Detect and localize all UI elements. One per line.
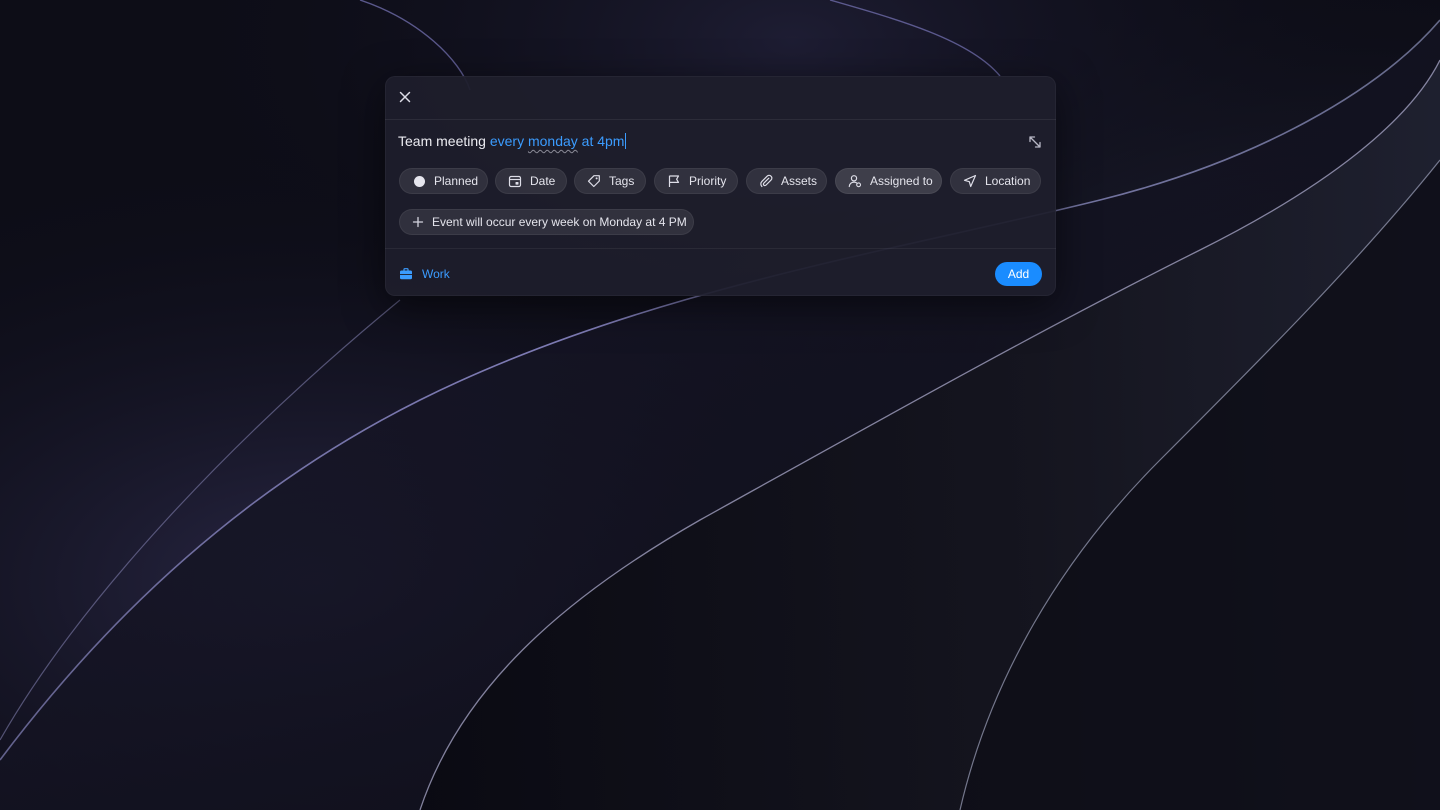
expand-icon bbox=[1029, 136, 1041, 148]
status-dot-icon bbox=[412, 174, 426, 188]
new-task-dialog: Team meeting every monday at 4pm Planned… bbox=[385, 76, 1056, 296]
tag-icon bbox=[587, 174, 601, 188]
chip-label: Assets bbox=[781, 174, 818, 188]
close-button[interactable] bbox=[396, 87, 414, 107]
title-plain-text: Team meeting bbox=[398, 133, 490, 149]
chip-tags[interactable]: Tags bbox=[574, 168, 646, 194]
chip-label: Planned bbox=[434, 174, 479, 188]
chip-label: Assigned to bbox=[870, 174, 933, 188]
user-icon bbox=[848, 174, 862, 188]
plus-icon bbox=[412, 216, 424, 228]
project-selector[interactable]: Work bbox=[399, 266, 450, 282]
flag-icon bbox=[667, 174, 681, 188]
recurrence-suggestion-chip[interactable]: Event will occur every week on Monday at… bbox=[399, 209, 694, 235]
chip-label: Tags bbox=[609, 174, 635, 188]
chip-location[interactable]: Location bbox=[950, 168, 1041, 194]
text-caret bbox=[625, 133, 627, 149]
recurrence-label: Event will occur every week on Monday at… bbox=[432, 215, 687, 229]
dialog-header bbox=[385, 76, 1056, 120]
add-button[interactable]: Add bbox=[995, 262, 1042, 286]
title-parsed-text: every monday at 4pm bbox=[490, 133, 625, 149]
close-icon bbox=[399, 91, 411, 103]
dialog-footer: Work Add bbox=[385, 248, 1056, 296]
task-title-input[interactable]: Team meeting every monday at 4pm bbox=[398, 133, 627, 153]
chip-assets[interactable]: Assets bbox=[746, 168, 827, 194]
calendar-icon bbox=[508, 174, 522, 188]
chip-label: Location bbox=[985, 174, 1031, 188]
chip-planned[interactable]: Planned bbox=[399, 168, 488, 194]
parsed-every: every bbox=[489, 133, 528, 149]
location-arrow-icon bbox=[963, 174, 977, 188]
briefcase-icon bbox=[400, 268, 412, 280]
chip-label: Priority bbox=[689, 174, 727, 188]
project-label: Work bbox=[422, 267, 450, 281]
chip-date[interactable]: Date bbox=[495, 168, 567, 194]
paperclip-icon bbox=[759, 174, 773, 188]
chip-label: Date bbox=[530, 174, 556, 188]
chip-assigned-to[interactable]: Assigned to bbox=[835, 168, 942, 194]
expand-button[interactable] bbox=[1027, 134, 1043, 150]
desktop: Team meeting every monday at 4pm Planned… bbox=[0, 0, 1440, 810]
parsed-time: at 4pm bbox=[577, 133, 625, 149]
chip-priority[interactable]: Priority bbox=[654, 168, 738, 194]
parsed-monday-misspelled: monday bbox=[527, 133, 578, 149]
